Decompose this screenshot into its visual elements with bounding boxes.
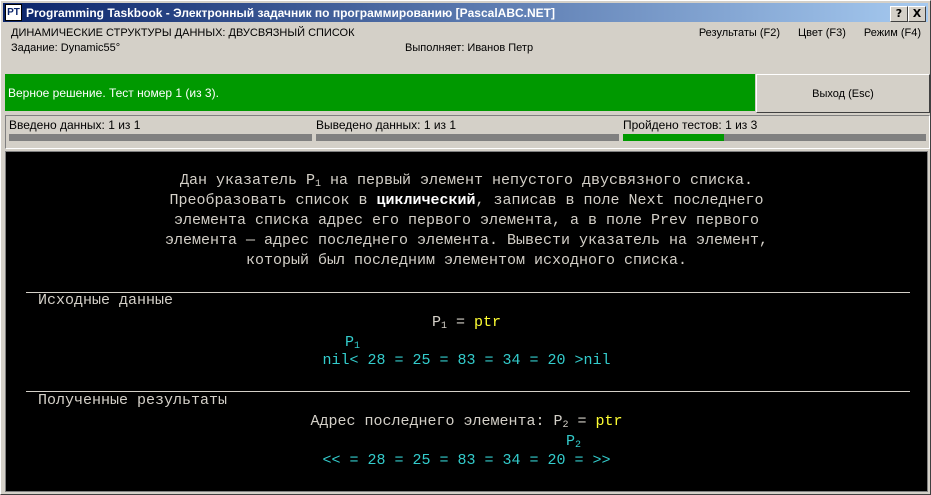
exit-button[interactable]: Выход (Esc)	[756, 74, 930, 113]
input-counter: Введено данных: 1 из 1	[9, 118, 141, 132]
mode-menu[interactable]: Режим (F4)	[864, 27, 921, 39]
output-counter: Выведено данных: 1 из 1	[316, 118, 457, 132]
status-message-bar: Верное решение. Тест номер 1 (из 3).	[5, 74, 755, 111]
output-pointer-line: Адрес последнего элемента: P2 = ptr	[310, 413, 623, 431]
results-menu[interactable]: Результаты (F2)	[699, 27, 780, 39]
counters-panel: Введено данных: 1 из 1 Выведено данных: …	[5, 115, 930, 149]
performer-name: Выполняет: Иванов Петр	[405, 42, 534, 54]
output-progress-bar	[316, 134, 619, 141]
output-pointer-value: ptr	[595, 413, 623, 430]
main-window: PT Programming Taskbook - Электронный за…	[0, 0, 931, 495]
input-list: nil< 28 = 25 = 83 = 34 = 20 >nil	[322, 352, 611, 369]
help-button[interactable]: ?	[890, 6, 908, 22]
task-line-2: Преобразовать список в циклический, запи…	[169, 192, 764, 209]
app-icon[interactable]: PT	[5, 4, 22, 21]
close-button[interactable]: X	[908, 6, 926, 22]
input-pointer-line: P1 = ptr	[431, 314, 502, 332]
input-progress-bar	[9, 134, 312, 141]
task-name: Задание: Dynamic55°	[11, 42, 121, 54]
color-menu[interactable]: Цвет (F3)	[798, 27, 846, 39]
title-bar[interactable]: PT Programming Taskbook - Электронный за…	[3, 3, 928, 22]
input-pointer-value: ptr	[474, 314, 502, 331]
task-line-4: элемента — адрес последнего элемента. Вы…	[164, 232, 769, 249]
input-list-marker: P1	[345, 334, 361, 352]
task-console: Дан указатель P1 на первый элемент непус…	[5, 151, 928, 492]
output-list: << = 28 = 25 = 83 = 34 = 20 = >>	[322, 452, 611, 469]
tests-counter: Пройдено тестов: 1 из 3	[623, 118, 758, 132]
top-menu: Результаты (F2) Цвет (F3) Режим (F4)	[681, 27, 921, 39]
task-line-5: который был последним элементом исходног…	[245, 252, 688, 269]
status-message: Верное решение. Тест номер 1 (из 3).	[8, 85, 219, 100]
window-title: Programming Taskbook - Электронный задач…	[26, 5, 555, 20]
task-header: ДИНАМИЧЕСКИЕ СТРУКТУРЫ ДАННЫХ: ДВУСВЯЗНЫ…	[11, 27, 921, 61]
output-section-heading: Полученные результаты	[38, 392, 228, 409]
task-line-3: элемента списка адрес его первого элемен…	[173, 212, 760, 229]
bold-keyword: циклический	[376, 192, 476, 209]
topic-title: ДИНАМИЧЕСКИЕ СТРУКТУРЫ ДАННЫХ: ДВУСВЯЗНЫ…	[11, 27, 355, 39]
tests-progress-bar	[623, 134, 926, 141]
input-section-heading: Исходные данные	[38, 292, 174, 309]
task-line-1: Дан указатель P1 на первый элемент непус…	[179, 172, 754, 190]
exit-button-label: Выход (Esc)	[812, 87, 874, 100]
output-list-marker: P2	[566, 433, 582, 451]
